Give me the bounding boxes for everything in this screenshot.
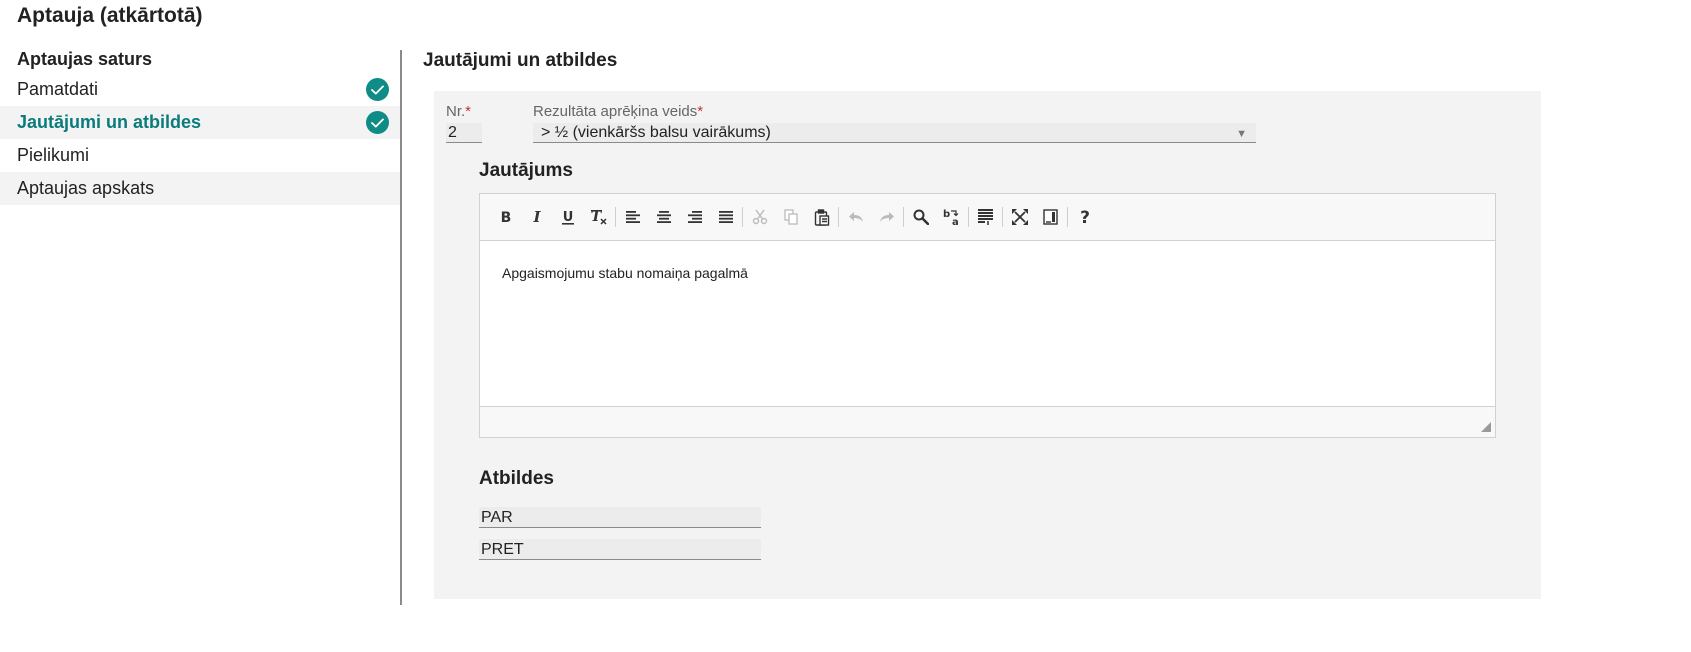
nr-input[interactable] [446,123,482,143]
editor-toolbar: B I U T b a ? [480,194,1495,241]
sidebar: Aptaujas saturs Pamatdati Jautājumi un a… [0,46,400,205]
align-left-icon[interactable] [617,202,648,232]
question-panel: Nr.* Rezultāta aprēķina veids* > ½ (vien… [434,91,1541,599]
paste-icon[interactable] [806,202,837,232]
sidebar-item-pamatdati[interactable]: Pamatdati [0,73,400,106]
sidebar-item-jautajumi[interactable]: Jautājumi un atbildes [0,106,400,139]
check-circle-icon [366,111,389,134]
toolbar-separator [968,207,969,227]
calc-type-label: Rezultāta aprēķina veids* [533,103,704,120]
dropdown-arrow-icon: ▼ [1236,128,1247,140]
rich-text-editor: B I U T b a ? Apgaismojumu stabu nomaiņa… [479,193,1496,438]
help-icon[interactable]: ? [1069,202,1100,232]
sidebar-heading: Aptaujas saturs [17,49,153,69]
justify-icon[interactable] [710,202,741,232]
required-mark: * [465,103,472,120]
svg-text:a: a [952,217,959,226]
align-center-icon[interactable] [648,202,679,232]
maximize-icon[interactable] [1004,202,1035,232]
toolbar-separator [838,207,839,227]
section-title: Jautājumi un atbildes [423,50,618,71]
find-icon[interactable] [905,202,936,232]
toolbar-separator [615,207,616,227]
page-title: Aptauja (atkārtotā) [17,4,203,27]
redo-icon[interactable] [871,202,902,232]
editor-content[interactable]: Apgaismojumu stabu nomaiņa pagalmā [480,241,1495,408]
vertical-divider [400,50,402,605]
answer-field-par[interactable]: PAR [479,507,761,528]
undo-icon[interactable] [840,202,871,232]
preview-icon[interactable] [1035,202,1066,232]
underline-icon[interactable]: U [552,202,583,232]
svg-text:?: ? [1080,208,1090,226]
svg-text:b: b [943,209,950,220]
nr-label: Nr.* [446,103,472,120]
editor-status-bar [480,406,1495,437]
required-mark: * [697,103,704,120]
remove-format-icon[interactable]: T [583,202,614,232]
calc-type-value: > ½ (vienkāršs balsu vairākums) [541,124,771,141]
toolbar-separator [1067,207,1068,227]
sidebar-item-label: Jautājumi un atbildes [17,112,202,132]
sidebar-item-label: Aptaujas apskats [17,178,155,198]
toolbar-separator [742,207,743,227]
sidebar-item-pielikumi[interactable]: Pielikumi [0,139,400,172]
svg-text:U: U [562,210,573,225]
sidebar-item-apskats[interactable]: Aptaujas apskats [0,172,400,205]
cut-icon[interactable] [744,202,775,232]
copy-icon[interactable] [775,202,806,232]
svg-text:I: I [532,209,541,225]
show-blocks-icon[interactable] [970,202,1001,232]
sidebar-item-label: Pamatdati [17,79,99,99]
italic-icon[interactable]: I [521,202,552,232]
answers-heading: Atbildes [479,468,554,489]
check-circle-icon [366,78,389,101]
sidebar-item-label: Pielikumi [17,145,90,165]
toolbar-separator [903,207,904,227]
calc-type-select[interactable]: > ½ (vienkāršs balsu vairākums) ▼ [533,123,1256,143]
replace-icon[interactable]: ba [936,202,967,232]
svg-text:B: B [500,210,511,225]
toolbar-separator [1002,207,1003,227]
bold-icon[interactable]: B [490,202,521,232]
answer-field-pret[interactable]: PRET [479,539,761,560]
align-right-icon[interactable] [679,202,710,232]
question-heading: Jautājums [479,160,573,181]
resize-grip-icon[interactable] [1481,422,1491,432]
